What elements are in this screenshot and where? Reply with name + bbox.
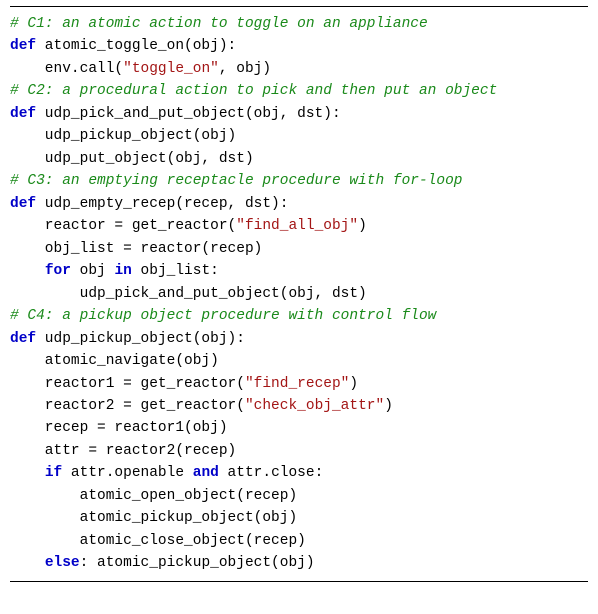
code-line: reactor2 = get_reactor("check_obj_attr") [10,395,588,417]
code-line: attr = reactor2(recep) [10,440,588,462]
code-block: # C1: an atomic action to toggle on an a… [10,6,588,582]
code-line: if attr.openable and attr.close: [10,462,588,484]
code-line: recep = reactor1(obj) [10,417,588,439]
code-line: atomic_open_object(recep) [10,485,588,507]
code-line: def udp_pickup_object(obj): [10,328,588,350]
code-line: # C2: a procedural action to pick and th… [10,80,588,102]
code-line: # C4: a pickup object procedure with con… [10,305,588,327]
code-line: atomic_navigate(obj) [10,350,588,372]
code-line: # C3: an emptying receptacle procedure w… [10,170,588,192]
code-line: atomic_pickup_object(obj) [10,507,588,529]
code-line: def udp_empty_recep(recep, dst): [10,193,588,215]
code-line: udp_put_object(obj, dst) [10,148,588,170]
code-line: obj_list = reactor(recep) [10,238,588,260]
code-line: reactor1 = get_reactor("find_recep") [10,373,588,395]
code-line: for obj in obj_list: [10,260,588,282]
code-line: def atomic_toggle_on(obj): [10,35,588,57]
code-line: else: atomic_pickup_object(obj) [10,552,588,574]
code-line: def udp_pick_and_put_object(obj, dst): [10,103,588,125]
code-line: env.call("toggle_on", obj) [10,58,588,80]
code-line: # C1: an atomic action to toggle on an a… [10,13,588,35]
code-line: udp_pickup_object(obj) [10,125,588,147]
code-line: udp_pick_and_put_object(obj, dst) [10,283,588,305]
code-line: reactor = get_reactor("find_all_obj") [10,215,588,237]
code-line: atomic_close_object(recep) [10,530,588,552]
